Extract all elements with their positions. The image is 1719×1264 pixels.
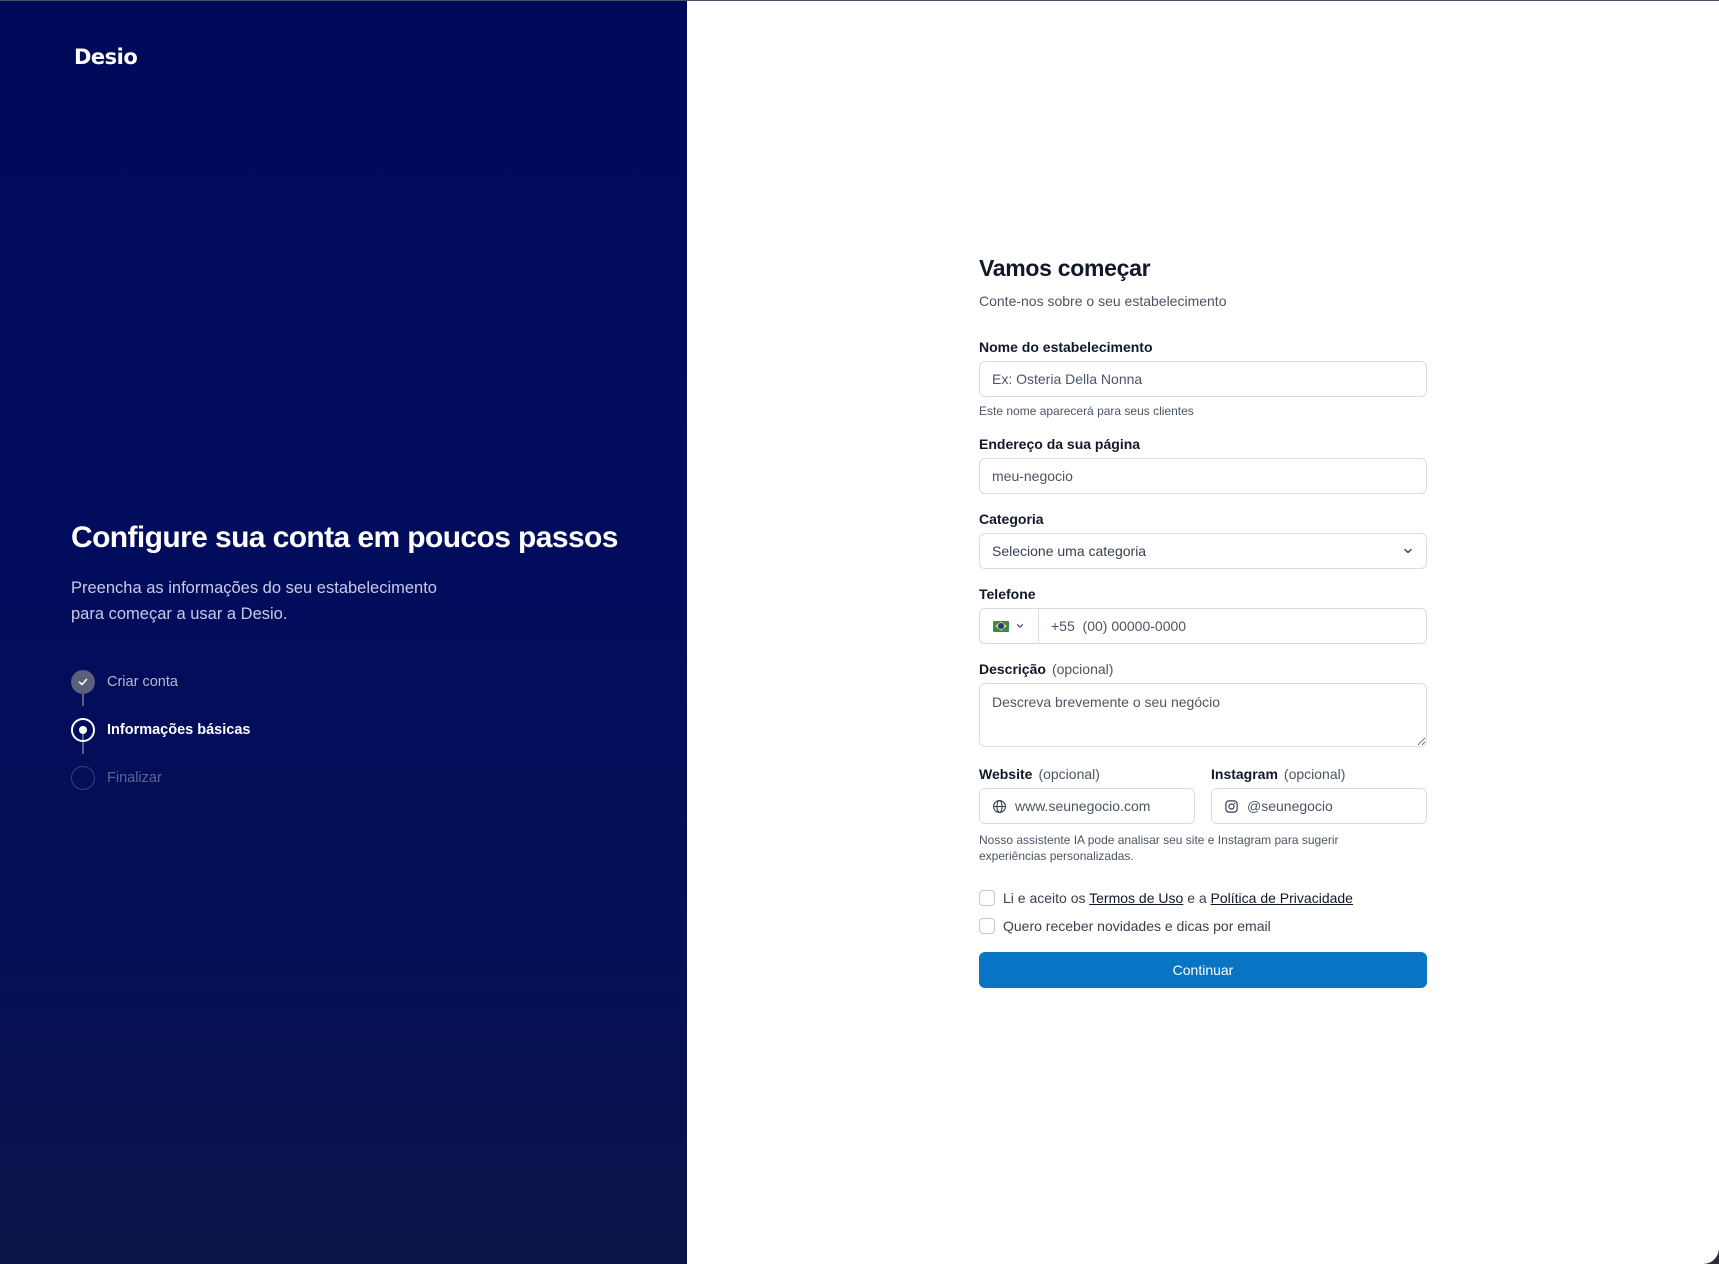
chevron-down-icon bbox=[1016, 624, 1024, 628]
brazil-flag-icon bbox=[993, 620, 1009, 632]
terms-middle: e a bbox=[1187, 890, 1207, 906]
active-step-icon bbox=[71, 718, 95, 742]
instagram-label-text: Instagram bbox=[1211, 766, 1278, 782]
phone-group: Telefone bbox=[979, 586, 1427, 644]
hero-title: Configure sua conta em poucos passos bbox=[71, 521, 618, 554]
instagram-input[interactable] bbox=[1247, 798, 1414, 814]
website-field[interactable] bbox=[979, 788, 1195, 824]
terms-prefix: Li e aceito os bbox=[1003, 890, 1086, 906]
newsletter-row: Quero receber novidades e dicas por emai… bbox=[979, 918, 1427, 934]
category-group: Categoria Selecione uma categoria bbox=[979, 511, 1427, 569]
step-label: Finalizar bbox=[107, 770, 162, 786]
form-panel: Vamos começar Conte-nos sobre o seu esta… bbox=[687, 1, 1719, 1264]
category-select[interactable]: Selecione uma categoria bbox=[979, 533, 1427, 569]
newsletter-checkbox[interactable] bbox=[979, 918, 995, 934]
onboarding-side-panel: Desio Configure sua conta em poucos pass… bbox=[0, 1, 687, 1264]
step-label: Criar conta bbox=[107, 674, 178, 690]
instagram-field[interactable] bbox=[1211, 788, 1427, 824]
step-label: Informações básicas bbox=[107, 722, 251, 738]
step-informacoes-basicas: Informações básicas bbox=[71, 706, 250, 754]
instagram-group: Instagram (opcional) bbox=[1211, 766, 1427, 824]
address-input[interactable] bbox=[979, 458, 1427, 494]
instagram-icon bbox=[1225, 799, 1238, 813]
newsletter-label: Quero receber novidades e dicas por emai… bbox=[1003, 918, 1271, 934]
globe-icon bbox=[993, 799, 1006, 813]
address-label: Endereço da sua página bbox=[979, 436, 1141, 452]
description-label: Descrição (opcional) bbox=[979, 661, 1427, 677]
terms-row: Li e aceito os Termos de Uso e a Polític… bbox=[979, 890, 1427, 906]
optional-tag: (opcional) bbox=[1283, 766, 1346, 782]
country-code-select[interactable] bbox=[979, 608, 1038, 644]
chevron-down-icon bbox=[1404, 548, 1412, 554]
consent-group: Li e aceito os Termos de Uso e a Polític… bbox=[979, 890, 1427, 934]
progress-steps: Criar conta Informações básicas Finaliza… bbox=[71, 658, 250, 802]
name-input[interactable] bbox=[979, 361, 1427, 397]
social-links-row: Website(opcional) Instagram( bbox=[979, 766, 1427, 824]
optional-tag: (opcional) bbox=[1038, 766, 1100, 782]
terms-text: Li e aceito os Termos de Uso e a Polític… bbox=[1003, 890, 1353, 906]
phone-input[interactable] bbox=[1038, 608, 1427, 644]
terms-of-use-link[interactable]: Termos de Uso bbox=[1089, 890, 1183, 906]
ai-assistant-hint: Nosso assistente IA pode analisar seu si… bbox=[979, 833, 1339, 863]
hero-subtitle: Preencha as informações do seu estabelec… bbox=[71, 575, 491, 627]
optional-tag: (opcional) bbox=[1051, 661, 1114, 677]
name-label: Nome do estabelecimento bbox=[979, 339, 1153, 355]
website-input[interactable] bbox=[1015, 798, 1182, 814]
hero-subtitle-line2: para começar a usar a Desio. bbox=[71, 605, 288, 623]
privacy-policy-link[interactable]: Política de Privacidade bbox=[1211, 890, 1353, 906]
phone-label: Telefone bbox=[979, 586, 1036, 602]
form-subtitle: Conte-nos sobre o seu estabelecimento bbox=[979, 293, 1227, 309]
check-icon bbox=[71, 670, 95, 694]
name-group: Nome do estabelecimento Este nome aparec… bbox=[979, 339, 1427, 419]
description-label-text: Descrição bbox=[979, 661, 1046, 677]
terms-checkbox[interactable] bbox=[979, 890, 995, 906]
website-label-text: Website bbox=[979, 766, 1033, 782]
category-select-value: Selecione uma categoria bbox=[992, 543, 1147, 559]
website-label: Website (opcional) bbox=[979, 766, 1195, 782]
description-textarea[interactable] bbox=[979, 683, 1427, 747]
website-group: Website (opcional) bbox=[979, 766, 1195, 824]
category-label: Categoria bbox=[979, 511, 1044, 527]
hero-subtitle-line1: Preencha as informações do seu estabelec… bbox=[71, 579, 437, 597]
address-group: Endereço da sua página bbox=[979, 436, 1427, 494]
step-criar-conta: Criar conta bbox=[71, 658, 250, 706]
continue-button[interactable]: Continuar bbox=[979, 952, 1427, 988]
brand-logo: Desio bbox=[74, 45, 138, 69]
pending-step-icon bbox=[71, 766, 95, 790]
step-finalizar: Finalizar bbox=[71, 754, 250, 802]
name-hint: Este nome aparecerá para seus clientes bbox=[979, 404, 1194, 418]
form-title: Vamos começar bbox=[979, 255, 1151, 281]
instagram-label: Instagram (opcional) bbox=[1211, 766, 1427, 782]
description-group: Descrição (opcional) bbox=[979, 661, 1427, 752]
app-window: Desio Configure sua conta em poucos pass… bbox=[0, 0, 1719, 1264]
business-info-form: Vamos começar Conte-nos sobre o seu esta… bbox=[979, 255, 1427, 988]
